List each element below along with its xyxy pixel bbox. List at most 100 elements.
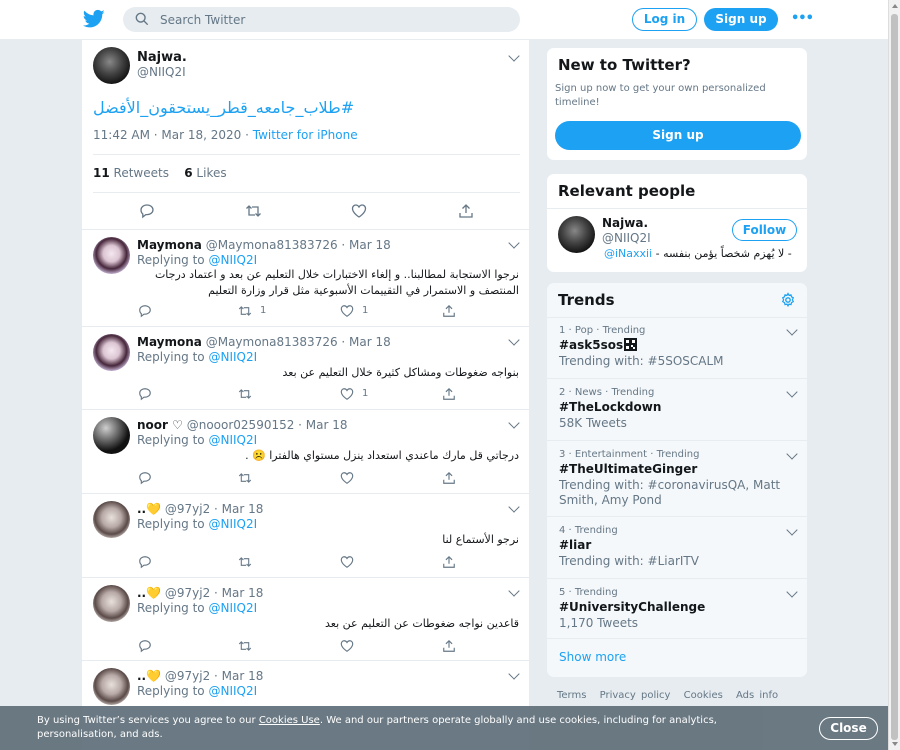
reply-icon[interactable] xyxy=(138,555,152,569)
share-icon[interactable] xyxy=(442,555,456,569)
bio-link[interactable]: @iNaxxii xyxy=(604,247,652,260)
chevron-down-icon[interactable] xyxy=(508,501,520,513)
author-handle[interactable]: @NIIQ2I xyxy=(137,65,186,79)
replying-to-link[interactable]: @NIIQ2I xyxy=(208,253,257,267)
chevron-down-icon[interactable] xyxy=(508,237,520,249)
likes-count[interactable]: 6 xyxy=(184,166,192,180)
trend-item[interactable]: 2 · News · Trending #TheLockdown 58K Twe… xyxy=(547,379,807,441)
reply-handle[interactable]: @97yj2 · Mar 18 xyxy=(165,669,264,683)
replying-to-link[interactable]: @NIIQ2I xyxy=(208,601,257,615)
reply-name[interactable]: Maymona xyxy=(137,335,202,349)
reply-tweet[interactable]: noor ♡ @nooor02590152 · Mar 18 Replying … xyxy=(82,410,529,494)
retweets-count[interactable]: 11 xyxy=(93,166,110,180)
likes-label[interactable]: Likes xyxy=(196,166,226,180)
reply-name[interactable]: Maymona xyxy=(137,238,202,252)
chevron-down-icon[interactable] xyxy=(786,386,798,398)
author-name[interactable]: Najwa. xyxy=(137,50,187,65)
reply-name[interactable]: ..💛 xyxy=(137,669,161,683)
retweet-icon[interactable] xyxy=(245,203,262,219)
footer-cookies-link[interactable]: Cookies xyxy=(684,690,723,701)
like-icon[interactable] xyxy=(351,203,367,219)
reply-handle[interactable]: @97yj2 · Mar 18 xyxy=(165,586,264,600)
reply-name[interactable]: ..💛 xyxy=(137,502,161,516)
scrollbar-thumb[interactable] xyxy=(891,14,898,740)
reply-handle[interactable]: @97yj2 · Mar 18 xyxy=(165,502,264,516)
share-icon[interactable] xyxy=(458,203,474,219)
reply-name[interactable]: noor ♡ xyxy=(137,418,183,432)
cookie-close-button[interactable]: Close xyxy=(819,717,878,740)
reply-handle[interactable]: @nooor02590152 · Mar 18 xyxy=(187,418,348,432)
page-scrollbar[interactable] xyxy=(888,0,900,750)
reply-icon[interactable] xyxy=(138,304,152,318)
chevron-down-icon[interactable] xyxy=(508,50,520,62)
cookie-use-link[interactable]: Cookies Use xyxy=(259,715,320,726)
chevron-down-icon[interactable] xyxy=(508,417,520,429)
trend-item[interactable]: 5 · Trending #UniversityChallenge 1,170 … xyxy=(547,579,807,639)
login-button[interactable]: Log in xyxy=(632,8,697,31)
retweet-icon[interactable] xyxy=(238,639,252,653)
replying-to-link[interactable]: @NIIQ2I xyxy=(208,350,257,364)
avatar[interactable] xyxy=(93,417,130,454)
retweet-icon[interactable] xyxy=(238,555,252,569)
footer-terms-link[interactable]: Terms xyxy=(557,690,586,701)
like-icon[interactable] xyxy=(340,304,354,318)
sidebar-signup-button[interactable]: Sign up xyxy=(555,121,801,150)
chevron-down-icon[interactable] xyxy=(786,524,798,536)
retweet-icon[interactable] xyxy=(238,387,252,401)
reply-tweet[interactable]: ..💛 @97yj2 · Mar 18 Replying to @NIIQ2I … xyxy=(82,578,529,661)
like-icon[interactable] xyxy=(340,387,354,401)
chevron-down-icon[interactable] xyxy=(508,334,520,346)
reply-handle[interactable]: @Maymona81383726 · Mar 18 xyxy=(206,335,391,349)
scroll-down-arrow-icon[interactable] xyxy=(892,742,898,746)
person-name[interactable]: Najwa. xyxy=(602,216,648,230)
tweet-source[interactable]: Twitter for iPhone xyxy=(253,128,358,142)
footer-ads-link[interactable]: Ads info xyxy=(736,690,778,701)
avatar[interactable] xyxy=(93,501,130,538)
like-icon[interactable] xyxy=(340,555,354,569)
show-more-link[interactable]: Show more xyxy=(559,650,626,664)
share-icon[interactable] xyxy=(442,387,456,401)
reply-icon[interactable] xyxy=(138,471,152,485)
share-icon[interactable] xyxy=(442,304,456,318)
avatar[interactable] xyxy=(93,334,130,371)
follow-button[interactable]: Follow xyxy=(732,219,797,241)
footer-privacy-link[interactable]: Privacy policy xyxy=(600,690,671,701)
replying-to-link[interactable]: @NIIQ2I xyxy=(208,433,257,447)
tweet-time[interactable]: 11:42 AM · Mar 18, 2020 xyxy=(93,128,241,142)
reply-tweet[interactable]: Maymona @Maymona81383726 · Mar 18 Replyi… xyxy=(82,327,529,410)
chevron-down-icon[interactable] xyxy=(786,324,798,336)
like-icon[interactable] xyxy=(340,639,354,653)
retweet-icon[interactable] xyxy=(238,471,252,485)
avatar[interactable] xyxy=(558,216,595,253)
twitter-logo-icon[interactable] xyxy=(83,9,105,29)
reply-icon[interactable] xyxy=(138,639,152,653)
reply-icon[interactable] xyxy=(138,387,152,401)
signup-button[interactable]: Sign up xyxy=(704,8,778,31)
person-handle[interactable]: @NIIQ2I xyxy=(602,231,651,245)
scroll-up-arrow-icon[interactable] xyxy=(892,4,898,8)
avatar[interactable] xyxy=(93,47,130,84)
search-box[interactable] xyxy=(123,7,520,32)
share-icon[interactable] xyxy=(442,639,456,653)
chevron-down-icon[interactable] xyxy=(786,586,798,598)
retweet-icon[interactable] xyxy=(238,304,252,318)
chevron-down-icon[interactable] xyxy=(786,448,798,460)
search-input[interactable] xyxy=(160,7,510,32)
share-icon[interactable] xyxy=(442,471,456,485)
reply-icon[interactable] xyxy=(139,203,155,219)
avatar[interactable] xyxy=(93,668,130,705)
reply-name[interactable]: ..💛 xyxy=(137,586,161,600)
tweet-hashtag-link[interactable]: #طلاب_جامعه_قطر_يستحقون_الأفضل xyxy=(93,98,520,117)
avatar[interactable] xyxy=(93,237,130,274)
chevron-down-icon[interactable] xyxy=(508,585,520,597)
replying-to-link[interactable]: @NIIQ2I xyxy=(208,517,257,531)
retweets-label[interactable]: Retweets xyxy=(114,166,169,180)
more-menu-icon[interactable]: ••• xyxy=(791,11,814,26)
trend-item[interactable]: 4 · Trending #liar Trending with: #LiarI… xyxy=(547,517,807,579)
replying-to-link[interactable]: @NIIQ2I xyxy=(208,684,257,698)
like-icon[interactable] xyxy=(340,471,354,485)
trend-item[interactable]: 1 · Pop · Trending #ask5sos Trending wit… xyxy=(547,317,807,379)
reply-tweet[interactable]: ..💛 @97yj2 · Mar 18 Replying to @NIIQ2I … xyxy=(82,494,529,578)
avatar[interactable] xyxy=(93,585,130,622)
settings-gear-icon[interactable] xyxy=(780,292,796,308)
